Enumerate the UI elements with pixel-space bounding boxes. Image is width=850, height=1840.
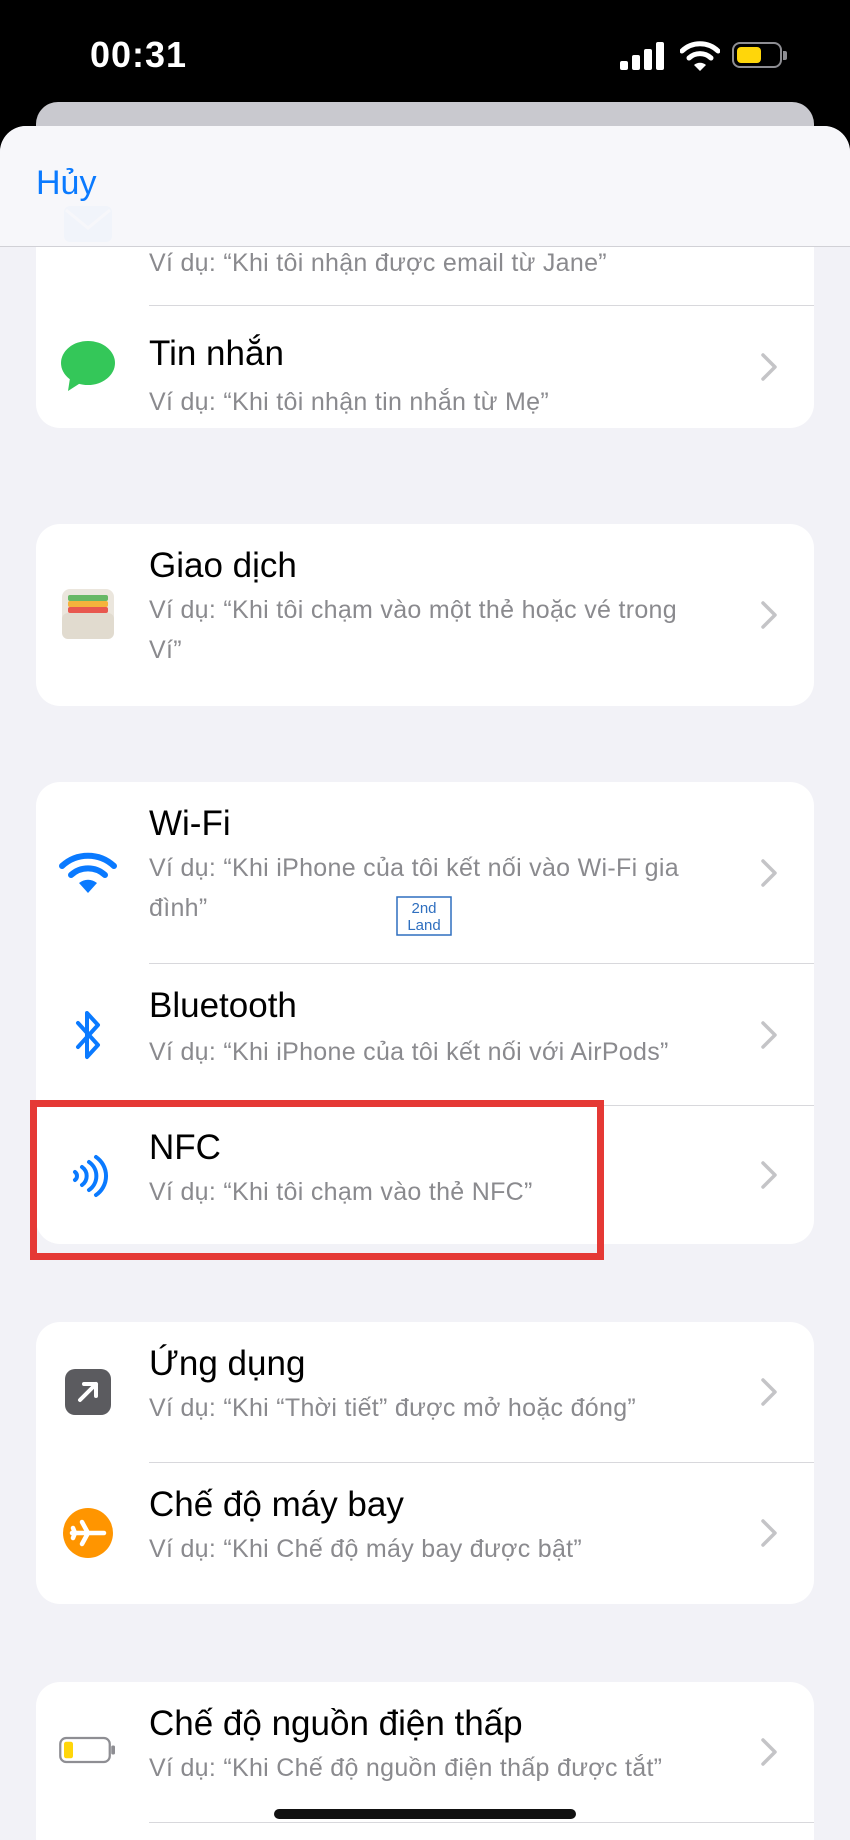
chevron-right-icon	[761, 1021, 777, 1049]
row-transactions[interactable]: Giao dịch Ví dụ: “Khi tôi chạm vào một t…	[36, 524, 814, 706]
row-app[interactable]: Ứng dụng Ví dụ: “Khi “Thời tiết” được mở…	[36, 1322, 814, 1462]
row-title: Chế độ nguồn điện thấp	[149, 1704, 523, 1743]
airplane-icon	[63, 1508, 113, 1558]
wifi-icon	[59, 852, 117, 893]
row-title: Ứng dụng	[149, 1344, 306, 1383]
row-subtitle: Ví dụ: “Khi Chế độ nguồn điện thấp được …	[149, 1754, 663, 1782]
row-messages[interactable]: Tin nhắn Ví dụ: “Khi tôi nhận tin nhắn t…	[36, 306, 814, 428]
watermark-logo: 2nd Land	[396, 896, 452, 936]
row-title: Wi-Fi	[149, 804, 231, 843]
row-title: Bluetooth	[149, 986, 297, 1025]
watermark-line1: 2nd	[411, 900, 436, 917]
battery-status-icon	[732, 42, 787, 68]
row-subtitle: Ví dụ: “Khi Chế độ máy bay được bật”	[149, 1535, 583, 1563]
row-subtitle: Ví dụ: “Khi iPhone của tôi kết nối với A…	[149, 1038, 669, 1066]
chevron-right-icon	[761, 1161, 777, 1189]
group-apps-modes: Ứng dụng Ví dụ: “Khi “Thời tiết” được mở…	[36, 1322, 814, 1604]
cancel-button[interactable]: Hủy	[36, 164, 96, 203]
messages-icon	[61, 341, 115, 391]
status-bar: 00:31	[0, 0, 850, 110]
row-title: Chế độ máy bay	[149, 1485, 404, 1524]
app-icon	[65, 1369, 111, 1415]
row-subtitle: Ví dụ: “Khi tôi nhận được email từ Jane”	[149, 249, 607, 277]
wallet-icon	[62, 589, 114, 639]
status-time: 00:31	[90, 34, 188, 75]
row-airplane-mode[interactable]: Chế độ máy bay Ví dụ: “Khi Chế độ máy ba…	[36, 1463, 814, 1604]
chevron-right-icon	[761, 1738, 777, 1766]
watermark-line2: Land	[407, 917, 440, 934]
nav-bar: Hủy	[0, 126, 850, 247]
chevron-right-icon	[761, 1378, 777, 1406]
row-title: Tin nhắn	[149, 334, 284, 373]
row-low-power-mode[interactable]: Chế độ nguồn điện thấp Ví dụ: “Khi Chế đ…	[36, 1682, 814, 1822]
bluetooth-icon	[76, 1011, 100, 1059]
home-indicator[interactable]	[274, 1809, 576, 1819]
chevron-right-icon	[761, 601, 777, 629]
highlight-box	[30, 1100, 604, 1260]
battery-icon	[59, 1736, 115, 1764]
wifi-status-icon	[680, 41, 720, 71]
row-separator	[149, 1822, 814, 1823]
row-bluetooth[interactable]: Bluetooth Ví dụ: “Khi iPhone của tôi kết…	[36, 964, 814, 1105]
cellular-signal-icon	[620, 42, 664, 70]
row-subtitle: Ví dụ: “Khi tôi nhận tin nhắn từ Mẹ”	[149, 388, 549, 416]
chevron-right-icon	[761, 859, 777, 887]
group-transactions: Giao dịch Ví dụ: “Khi tôi chạm vào một t…	[36, 524, 814, 706]
row-title: Giao dịch	[149, 546, 297, 585]
row-subtitle: Ví dụ: “Khi tôi chạm vào một thẻ hoặc vé…	[149, 596, 677, 664]
chevron-right-icon	[761, 353, 777, 381]
row-subtitle: Ví dụ: “Khi “Thời tiết” được mở hoặc đón…	[149, 1394, 637, 1422]
trigger-sheet: Hủy Ví dụ: “Khi tôi nhận được email từ J…	[0, 126, 850, 1840]
chevron-right-icon	[761, 1519, 777, 1547]
